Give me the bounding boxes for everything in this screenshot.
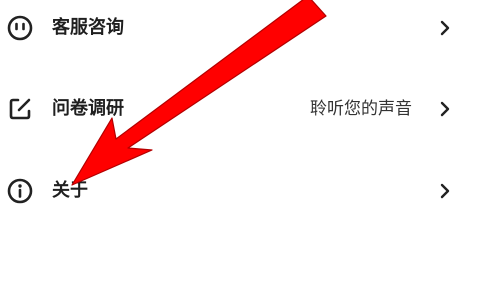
info-circle-icon <box>6 177 34 205</box>
menu-item-label: 客服咨询 <box>52 17 124 38</box>
edit-square-icon <box>6 95 34 123</box>
menu-item-survey[interactable]: 问卷调研 聆听您的声音 <box>0 79 480 139</box>
settings-menu: 客服咨询 问卷调研 聆听您的声音 关于 <box>0 0 480 300</box>
chevron-right-icon <box>438 182 452 200</box>
smiley-face-icon <box>6 14 34 42</box>
menu-item-about[interactable]: 关于 <box>0 161 480 221</box>
menu-item-value: 聆听您的声音 <box>310 99 412 119</box>
menu-item-label: 关于 <box>52 180 88 201</box>
chevron-right-icon <box>438 19 452 37</box>
menu-item-customer-service[interactable]: 客服咨询 <box>0 0 480 58</box>
chevron-right-icon <box>438 100 452 118</box>
menu-item-label: 问卷调研 <box>52 98 124 119</box>
